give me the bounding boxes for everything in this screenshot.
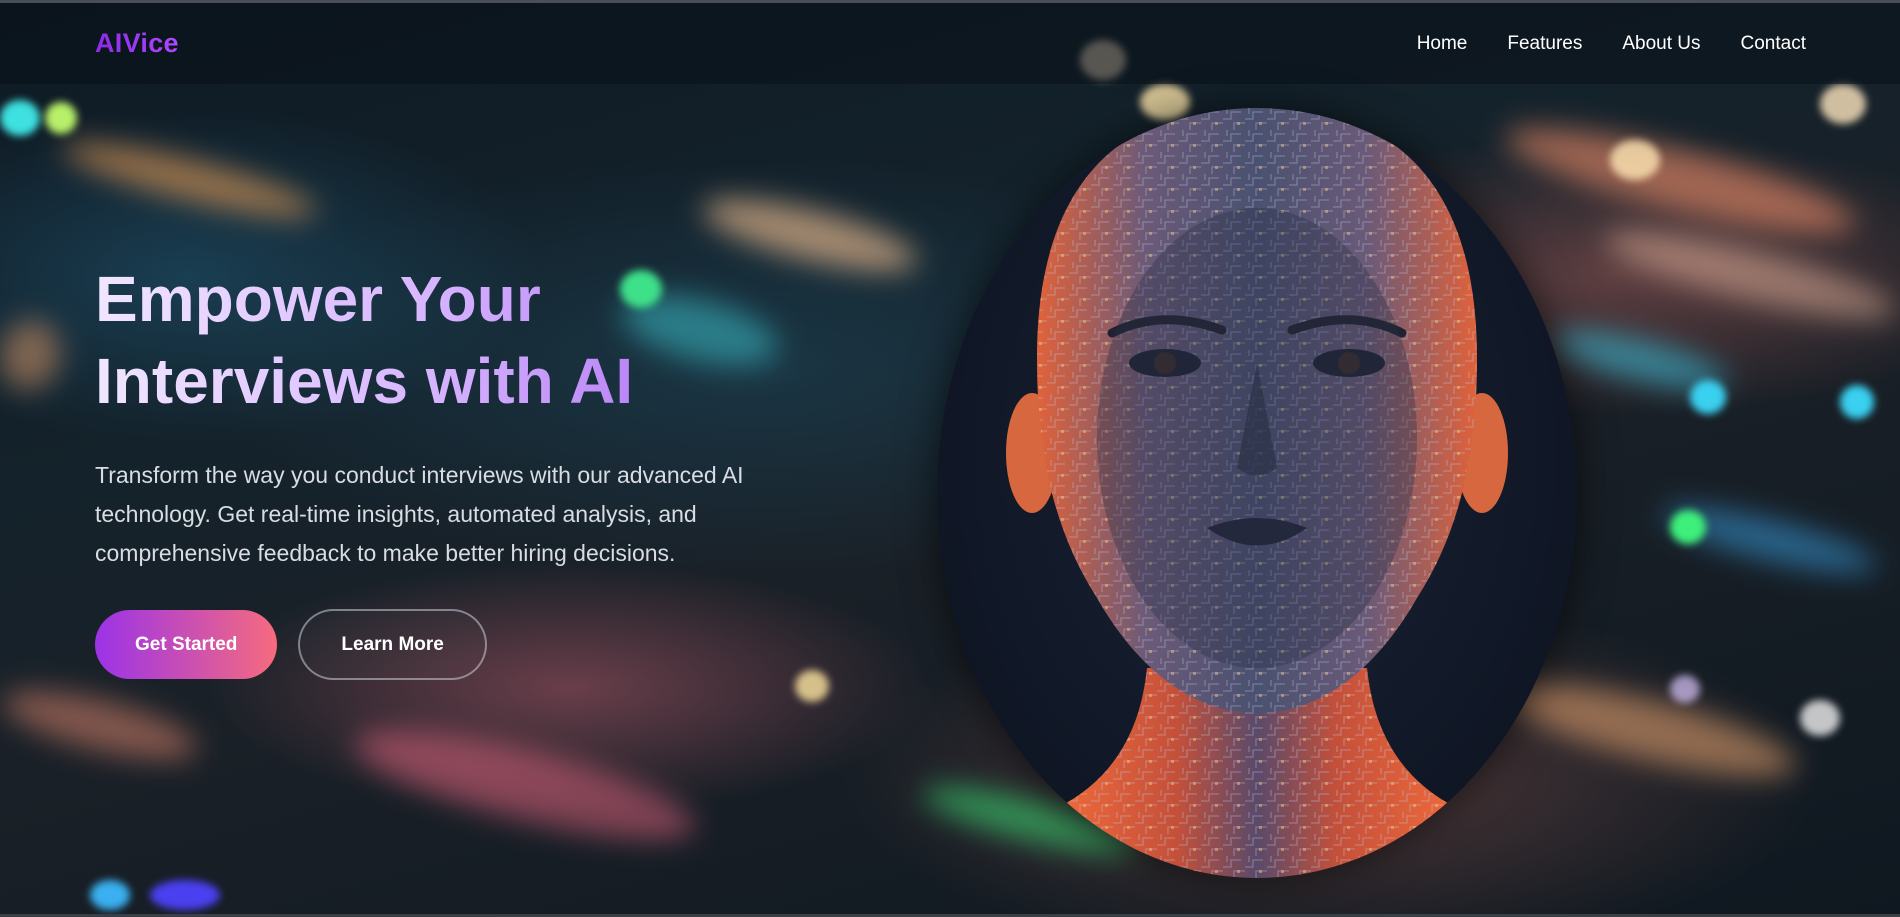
bokeh-streak xyxy=(59,129,321,231)
brand-logo[interactable]: AIVice xyxy=(95,28,179,59)
top-navbar: AIVice Home Features About Us Contact xyxy=(0,3,1900,84)
hero-description: Transform the way you conduct interviews… xyxy=(95,456,795,573)
nav-links: Home Features About Us Contact xyxy=(1417,33,1806,55)
headline-line-2: Interviews with AI xyxy=(95,345,634,417)
nav-link-features[interactable]: Features xyxy=(1507,33,1582,55)
hero-headline: Empower Your Interviews with AI xyxy=(95,258,815,422)
bokeh-dot xyxy=(1610,140,1660,180)
bokeh-streak xyxy=(1498,107,1862,253)
ai-head-illustration xyxy=(1006,108,1508,878)
bokeh-dot xyxy=(150,880,220,910)
bokeh-dot xyxy=(1820,84,1866,124)
nav-link-about-us[interactable]: About Us xyxy=(1622,33,1700,55)
ai-head-image xyxy=(937,108,1577,878)
bokeh-dot xyxy=(1670,675,1700,703)
nav-link-contact[interactable]: Contact xyxy=(1741,33,1806,55)
bokeh-dot xyxy=(0,100,40,136)
bokeh-dot xyxy=(1840,385,1874,419)
bokeh-dot xyxy=(90,880,130,910)
bokeh-dot xyxy=(1800,700,1840,736)
nav-link-home[interactable]: Home xyxy=(1417,33,1468,55)
bokeh-streak xyxy=(0,313,68,397)
hero-content: Empower Your Interviews with AI Transfor… xyxy=(95,258,815,680)
description-line-1: Transform the way you conduct interviews… xyxy=(95,462,744,488)
bokeh-dot xyxy=(1670,510,1706,544)
description-line-3: comprehensive feedback to make better hi… xyxy=(95,540,676,566)
bokeh-streak xyxy=(1497,664,1803,796)
bokeh-streak xyxy=(346,708,704,862)
bokeh-streak xyxy=(1598,214,1900,336)
bokeh-dot xyxy=(1140,84,1190,120)
bokeh-dot xyxy=(45,102,77,134)
get-started-button[interactable]: Get Started xyxy=(95,610,278,679)
description-line-2: technology. Get real-time insights, auto… xyxy=(95,501,697,527)
headline-line-1: Empower Your xyxy=(95,263,541,335)
bokeh-dot xyxy=(1690,380,1726,414)
hero-buttons: Get Started Learn More xyxy=(95,609,815,680)
bokeh-streak xyxy=(0,676,204,774)
learn-more-button[interactable]: Learn More xyxy=(298,609,487,680)
